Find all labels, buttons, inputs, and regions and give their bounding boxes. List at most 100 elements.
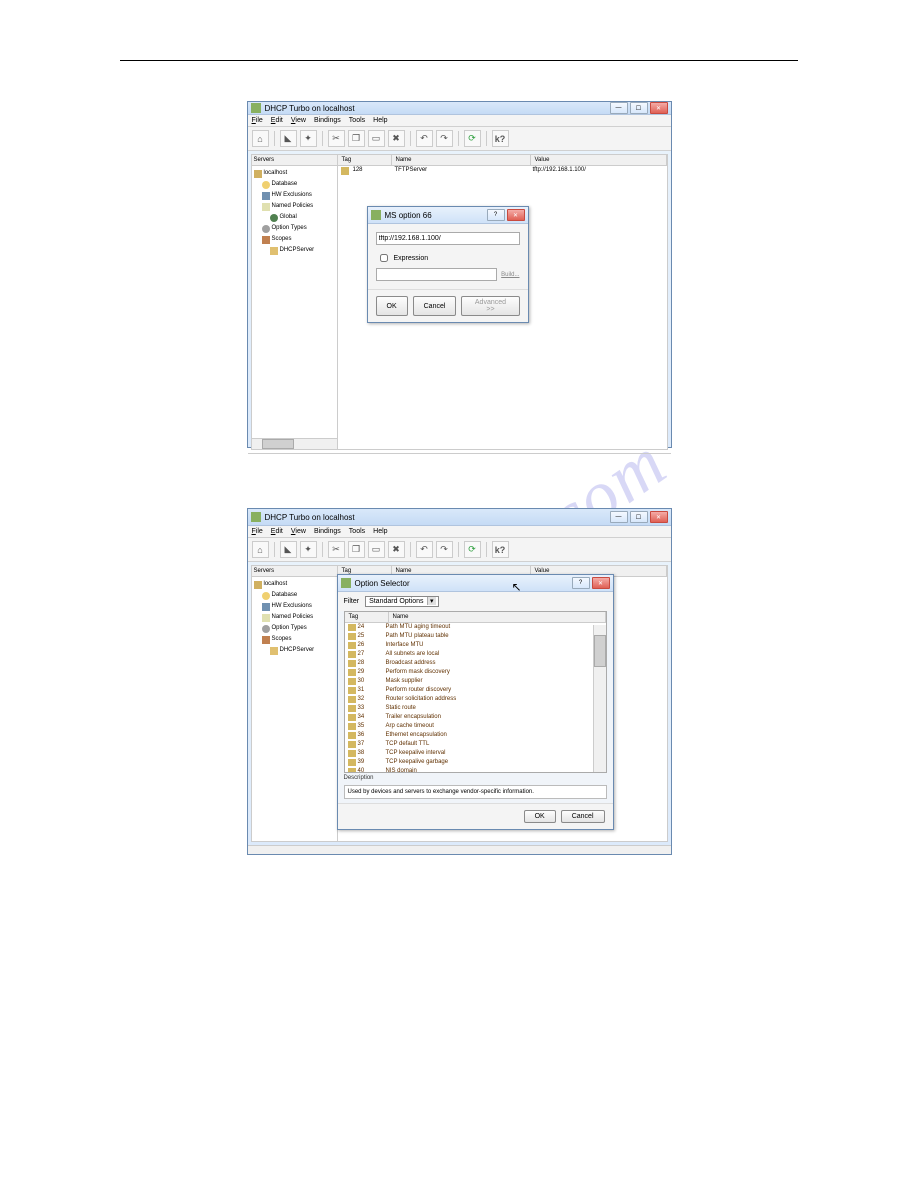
option-item[interactable]: 39TCP keepalive garbage	[345, 758, 606, 767]
build-link[interactable]: Build...	[501, 272, 519, 278]
window-title: DHCP Turbo on localhost	[265, 104, 610, 113]
tb-undo-icon[interactable]: ↶	[416, 541, 433, 558]
ok-button[interactable]: OK	[524, 810, 556, 823]
tb-wrench-icon[interactable]: ✦	[300, 130, 317, 147]
dialog-close-button[interactable]: ✕	[592, 577, 610, 589]
tb-refresh-icon[interactable]: ⟳	[464, 130, 481, 147]
statusbar	[248, 453, 671, 454]
tb-copy-icon[interactable]: ❐	[348, 541, 365, 558]
menu-help[interactable]: Help	[373, 528, 387, 535]
dialog-icon	[371, 210, 381, 220]
tb-redo-icon[interactable]: ↷	[436, 130, 453, 147]
toolbar: ⌂ ◣ ✦ ✂ ❐ ▭ ✖ ↶ ↷ ⟳ k?	[248, 538, 671, 562]
tree[interactable]: localhost Database HW Exclusions Named P…	[252, 577, 337, 658]
maximize-button[interactable]: ☐	[630, 511, 648, 523]
close-button[interactable]: ✕	[650, 102, 668, 114]
page-rule	[120, 60, 798, 61]
tb-tools-icon[interactable]: ✖	[388, 130, 405, 147]
tb-paste-icon[interactable]: ▭	[368, 541, 385, 558]
option-item[interactable]: 32Router solicitation address	[345, 695, 606, 704]
menu-edit[interactable]: Edit	[271, 528, 283, 535]
option-icon	[348, 705, 356, 712]
cancel-button[interactable]: Cancel	[561, 810, 605, 823]
option-item[interactable]: 30Mask supplier	[345, 677, 606, 686]
minimize-button[interactable]: —	[610, 102, 628, 114]
menu-bindings[interactable]: Bindings	[314, 528, 341, 535]
option-item[interactable]: 33Static route	[345, 704, 606, 713]
tb-tools-icon[interactable]: ✖	[388, 541, 405, 558]
option-icon	[348, 732, 356, 739]
option-item[interactable]: 29Perform mask discovery	[345, 668, 606, 677]
option-item[interactable]: 38TCP keepalive interval	[345, 749, 606, 758]
list-vscroll[interactable]	[593, 625, 606, 772]
tb-refresh-icon[interactable]: ⟳	[464, 541, 481, 558]
tb-paste-icon[interactable]: ▭	[368, 130, 385, 147]
screenshot-2: DHCP Turbo on localhost — ☐ ✕ File Edit …	[247, 508, 672, 855]
option-item[interactable]: 36Ethernet encapsulation	[345, 731, 606, 740]
tb-cut-icon[interactable]: ✂	[328, 541, 345, 558]
menu-tools[interactable]: Tools	[349, 528, 365, 535]
option-item[interactable]: 34Trailer encapsulation	[345, 713, 606, 722]
dialog-help-button[interactable]: ?	[572, 577, 590, 589]
tree-hscroll[interactable]	[252, 438, 337, 449]
toolbar: ⌂ ◣ ✦ ✂ ❐ ▭ ✖ ↶ ↷ ⟳ k?	[248, 127, 671, 151]
titlebar[interactable]: DHCP Turbo on localhost — ☐ ✕	[248, 102, 671, 115]
menu-file[interactable]: File	[252, 528, 263, 535]
tb-wrench-icon[interactable]: ✦	[300, 541, 317, 558]
dialog-help-button[interactable]: ?	[487, 209, 505, 221]
option-icon	[348, 642, 356, 649]
menu-view[interactable]: View	[291, 528, 306, 535]
expression-input[interactable]	[376, 268, 498, 281]
dialog-option-selector: Option Selector ? ✕ Filter Standard Opti…	[337, 574, 614, 830]
option-item[interactable]: 24Path MTU aging timeout	[345, 623, 606, 632]
tb-undo-icon[interactable]: ↶	[416, 130, 433, 147]
tb-cut-icon[interactable]: ✂	[328, 130, 345, 147]
option-item[interactable]: 40NIS domain	[345, 767, 606, 773]
option-item[interactable]: 28Broadcast address	[345, 659, 606, 668]
option-list[interactable]: Tag Name 24Path MTU aging timeout25Path …	[344, 611, 607, 773]
menu-help[interactable]: Help	[373, 117, 387, 124]
option-item[interactable]: 26Interface MTU	[345, 641, 606, 650]
advanced-button[interactable]: Advanced >>	[461, 296, 519, 316]
list-row[interactable]: 128 TFTPServer tftp://192.168.1.100/	[338, 166, 667, 176]
cancel-button[interactable]: Cancel	[413, 296, 457, 316]
servers-header: Servers	[252, 566, 337, 577]
option-item[interactable]: 35Arp cache timeout	[345, 722, 606, 731]
menu-file[interactable]: File	[252, 117, 263, 124]
minimize-button[interactable]: —	[610, 511, 628, 523]
option-item[interactable]: 25Path MTU plateau table	[345, 632, 606, 641]
tb-tag-icon[interactable]: ◣	[280, 130, 297, 147]
list-header[interactable]: Tag Name Value	[338, 155, 667, 166]
ok-button[interactable]: OK	[376, 296, 408, 316]
option-icon	[348, 768, 356, 773]
maximize-button[interactable]: ☐	[630, 102, 648, 114]
option-item[interactable]: 31Perform router discovery	[345, 686, 606, 695]
menu-bindings[interactable]: Bindings	[314, 117, 341, 124]
tb-copy-icon[interactable]: ❐	[348, 130, 365, 147]
menubar[interactable]: File Edit View Bindings Tools Help	[248, 526, 671, 538]
option-icon	[348, 660, 356, 667]
option-icon	[348, 759, 356, 766]
tb-home-icon[interactable]: ⌂	[252, 541, 269, 558]
tb-home-icon[interactable]: ⌂	[252, 130, 269, 147]
menu-view[interactable]: View	[291, 117, 306, 124]
menubar[interactable]: File Edit View Bindings Tools Help	[248, 115, 671, 127]
tb-help-icon[interactable]: k?	[492, 541, 509, 558]
option-item[interactable]: 37TCP default TTL	[345, 740, 606, 749]
tb-help-icon[interactable]: k?	[492, 130, 509, 147]
app-icon	[251, 103, 261, 113]
tree[interactable]: localhost Database HW Exclusions Named P…	[252, 166, 337, 258]
menu-edit[interactable]: Edit	[271, 117, 283, 124]
dialog-close-button[interactable]: ✕	[507, 209, 525, 221]
expression-checkbox[interactable]: Expression	[376, 251, 520, 265]
tb-tag-icon[interactable]: ◣	[280, 541, 297, 558]
option-item[interactable]: 27All subnets are local	[345, 650, 606, 659]
screenshot-1: DHCP Turbo on localhost — ☐ ✕ File Edit …	[247, 101, 672, 448]
close-button[interactable]: ✕	[650, 511, 668, 523]
option-value-input[interactable]	[376, 232, 520, 245]
filter-combo[interactable]: Standard Options	[365, 596, 438, 607]
description-box: Used by devices and servers to exchange …	[344, 785, 607, 799]
menu-tools[interactable]: Tools	[349, 117, 365, 124]
tb-redo-icon[interactable]: ↷	[436, 541, 453, 558]
titlebar[interactable]: DHCP Turbo on localhost — ☐ ✕	[248, 509, 671, 526]
